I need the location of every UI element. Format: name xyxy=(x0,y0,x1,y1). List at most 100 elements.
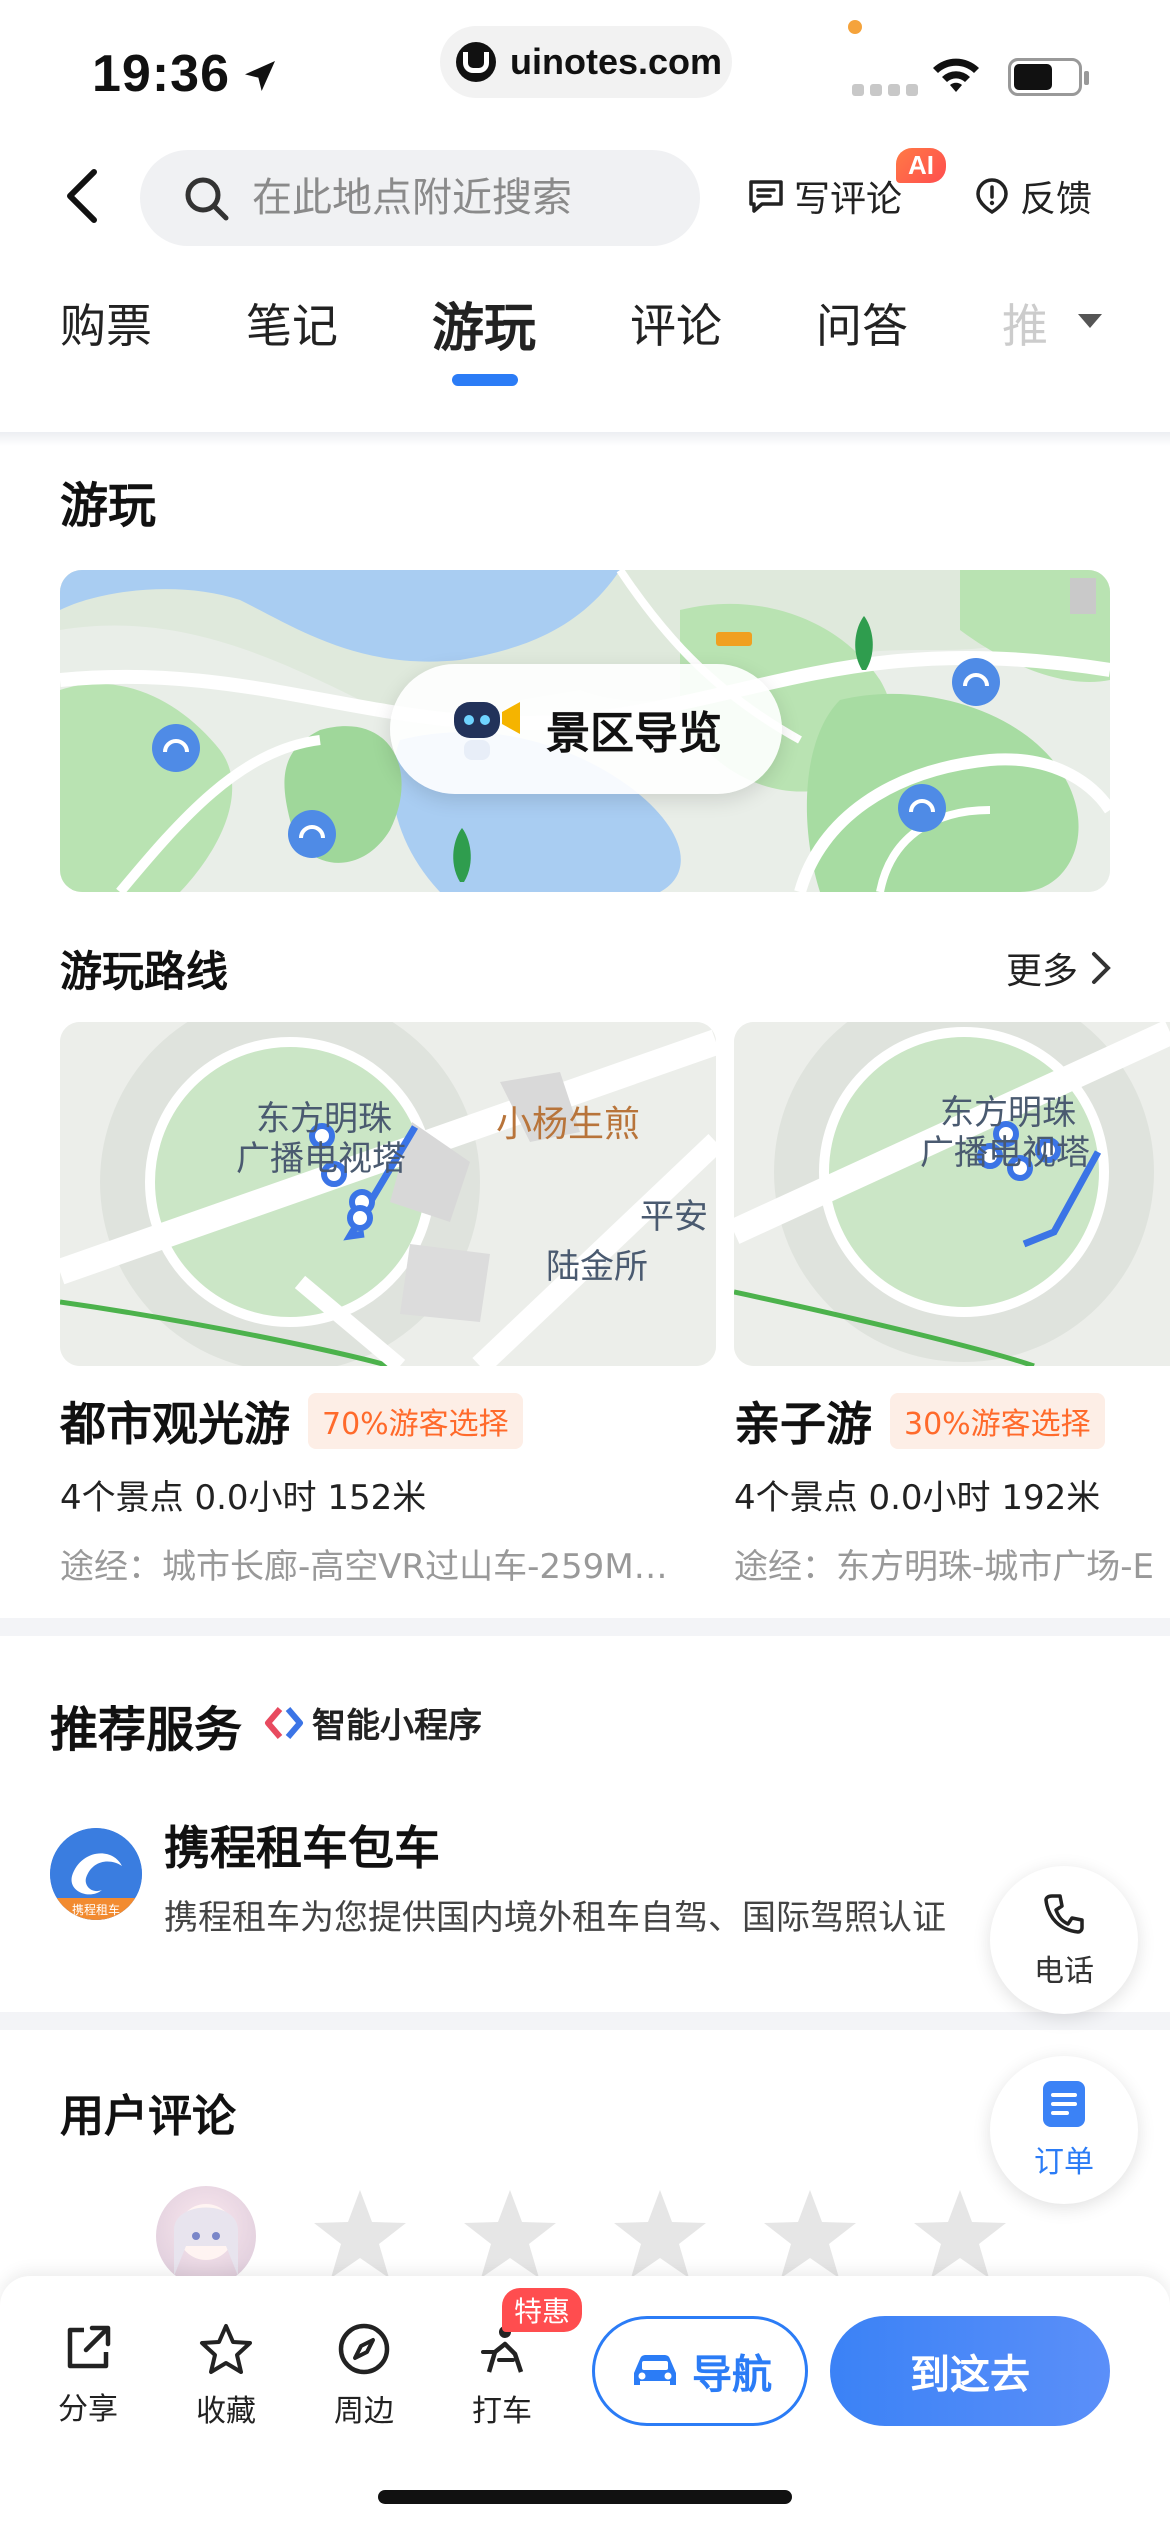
route-popularity-badge: 30%游客选择 xyxy=(890,1393,1105,1449)
taxi-button[interactable]: 打车 xyxy=(452,2322,552,2430)
order-button[interactable]: 订单 xyxy=(990,2056,1138,2204)
wifi-icon xyxy=(933,58,979,92)
phone-icon xyxy=(1044,1894,1084,1934)
tab-play[interactable]: 游玩 xyxy=(432,286,536,361)
go-here-button[interactable]: 到这去 xyxy=(830,2316,1110,2426)
service-title[interactable]: 携程租车包车 xyxy=(164,1812,440,1878)
service-section-title: 推荐服务 xyxy=(50,1702,243,1758)
tab-active-indicator xyxy=(452,374,518,386)
user-avatar xyxy=(156,2186,256,2286)
route-map-label: 广播电视塔 xyxy=(920,1133,1090,1173)
route-stats: 4个景点 0.0小时 192米 xyxy=(734,1478,1101,1518)
status-bar: 19:36 uinotes.com xyxy=(0,0,1170,140)
comment-icon xyxy=(749,180,783,213)
order-label: 订单 xyxy=(1034,2145,1094,2180)
section-divider xyxy=(0,1618,1170,1636)
url-text: uinotes.com xyxy=(510,41,723,82)
status-time: 19:36 xyxy=(92,45,230,103)
search-box[interactable] xyxy=(140,150,700,246)
nearby-button[interactable]: 周边 xyxy=(314,2322,414,2430)
star-icon[interactable] xyxy=(460,2186,560,2282)
tab-notes[interactable]: 笔记 xyxy=(246,290,338,356)
tab-expand-icon[interactable] xyxy=(1078,314,1102,328)
scenic-guide-button[interactable]: 景区导览 xyxy=(390,664,782,794)
play-section-title: 游玩 xyxy=(60,478,157,534)
favorite-button[interactable]: 收藏 xyxy=(176,2322,276,2430)
compass-icon xyxy=(338,2323,390,2375)
route-map-label: 广播电视塔 xyxy=(236,1139,406,1179)
tab-bar: 购票 笔记 游玩 评论 问答 推 xyxy=(0,290,1170,390)
route-map-family: 东方明珠 广播电视塔 xyxy=(734,1022,1170,1366)
url-pill[interactable]: uinotes.com xyxy=(440,26,732,98)
route-via: 途经：东方明珠-城市广场-E xyxy=(734,1547,1155,1587)
tab-reviews[interactable]: 评论 xyxy=(630,290,722,356)
scenic-guide-label: 景区导览 xyxy=(546,708,722,759)
star-icon[interactable] xyxy=(310,2186,410,2282)
search-icon xyxy=(185,177,229,221)
taxi-label: 打车 xyxy=(472,2394,532,2429)
route-map-label: 平安 xyxy=(640,1197,708,1237)
header-divider xyxy=(0,432,1170,446)
route-map-city: 东方明珠 广播电视塔 小杨生煎 平安 陆金所 xyxy=(60,1022,716,1366)
route-title: 亲子游 xyxy=(734,1397,872,1451)
routes-section-title: 游玩路线 xyxy=(60,947,229,996)
nearby-label: 周边 xyxy=(334,2394,394,2429)
star-icon[interactable] xyxy=(910,2186,1010,2282)
robot-guide-icon xyxy=(454,702,520,760)
navigate-button[interactable]: 导航 xyxy=(592,2316,808,2426)
tab-recommend[interactable]: 推 xyxy=(1002,290,1048,356)
route-map-label: 东方明珠 xyxy=(256,1099,392,1139)
route-title: 都市观光游 xyxy=(60,1397,290,1451)
route-card-family[interactable]: 东方明珠 广播电视塔 亲子游 30%游客选择 4个景点 0.0小时 192米 途… xyxy=(734,1022,1170,1588)
rating-stars[interactable] xyxy=(310,2186,1010,2282)
reviews-section-title: 用户评论 xyxy=(60,2091,236,2142)
service-description: 携程租车为您提供国内境外租车自驾、国际驾照认证 xyxy=(164,1898,946,1938)
feedback-button[interactable]: 反馈 xyxy=(972,170,1092,222)
logo-text: 携程租车 xyxy=(72,1902,120,1917)
route-map-label: 东方明珠 xyxy=(940,1093,1076,1133)
car-icon xyxy=(634,2355,676,2385)
route-via: 途经：城市长廊-高空VR过山车-259M… xyxy=(60,1547,668,1587)
back-button[interactable] xyxy=(64,166,114,226)
write-review-button[interactable]: 写评论 xyxy=(746,170,902,222)
battery-icon xyxy=(1008,58,1089,96)
write-review-label: 写评论 xyxy=(794,179,903,220)
routes-more-label: 更多 xyxy=(1006,951,1079,992)
phone-button[interactable]: 电话 xyxy=(990,1866,1138,2014)
site-logo-icon xyxy=(456,42,496,82)
location-arrow-icon xyxy=(245,61,275,91)
tab-qa[interactable]: 问答 xyxy=(816,290,908,356)
mini-program-label: 智能小程序 xyxy=(312,1706,482,1746)
favorite-label: 收藏 xyxy=(196,2394,256,2429)
ai-badge: AI xyxy=(896,148,946,183)
mini-program-tag: 智能小程序 xyxy=(264,1698,482,1747)
privacy-indicator-dot xyxy=(848,20,862,34)
order-icon xyxy=(1043,2081,1085,2127)
star-icon[interactable] xyxy=(610,2186,710,2282)
alert-icon xyxy=(976,178,1008,215)
cellular-signal-icon xyxy=(852,84,918,96)
tab-tickets[interactable]: 购票 xyxy=(60,290,152,356)
ctrip-car-logo: 携程租车 xyxy=(50,1828,142,1920)
home-indicator[interactable] xyxy=(378,2490,792,2504)
star-icon[interactable] xyxy=(760,2186,860,2282)
chevron-left-icon xyxy=(67,169,97,223)
go-here-label: 到这去 xyxy=(910,2352,1030,2398)
search-input[interactable] xyxy=(252,175,672,221)
star-outline-icon xyxy=(200,2324,252,2374)
route-card-city[interactable]: 东方明珠 广播电视塔 小杨生煎 平安 陆金所 都市观光游 70%游客选择 4个景… xyxy=(60,1022,716,1588)
routes-more-link[interactable]: 更多 xyxy=(1006,942,1114,994)
section-divider xyxy=(0,2012,1170,2030)
navigate-label: 导航 xyxy=(692,2352,772,2398)
feedback-label: 反馈 xyxy=(1020,179,1093,220)
route-map-label: 陆金所 xyxy=(546,1247,648,1287)
phone-label: 电话 xyxy=(1034,1954,1094,1989)
share-button[interactable]: 分享 xyxy=(38,2322,138,2428)
chevron-right-icon xyxy=(1092,952,1111,984)
promo-badge: 特惠 xyxy=(502,2288,583,2332)
route-map-label: 小杨生煎 xyxy=(496,1104,640,1145)
mini-program-icon xyxy=(265,1706,303,1739)
route-stats: 4个景点 0.0小时 152米 xyxy=(60,1478,427,1518)
share-icon xyxy=(67,2325,111,2369)
route-popularity-badge: 70%游客选择 xyxy=(308,1393,523,1449)
